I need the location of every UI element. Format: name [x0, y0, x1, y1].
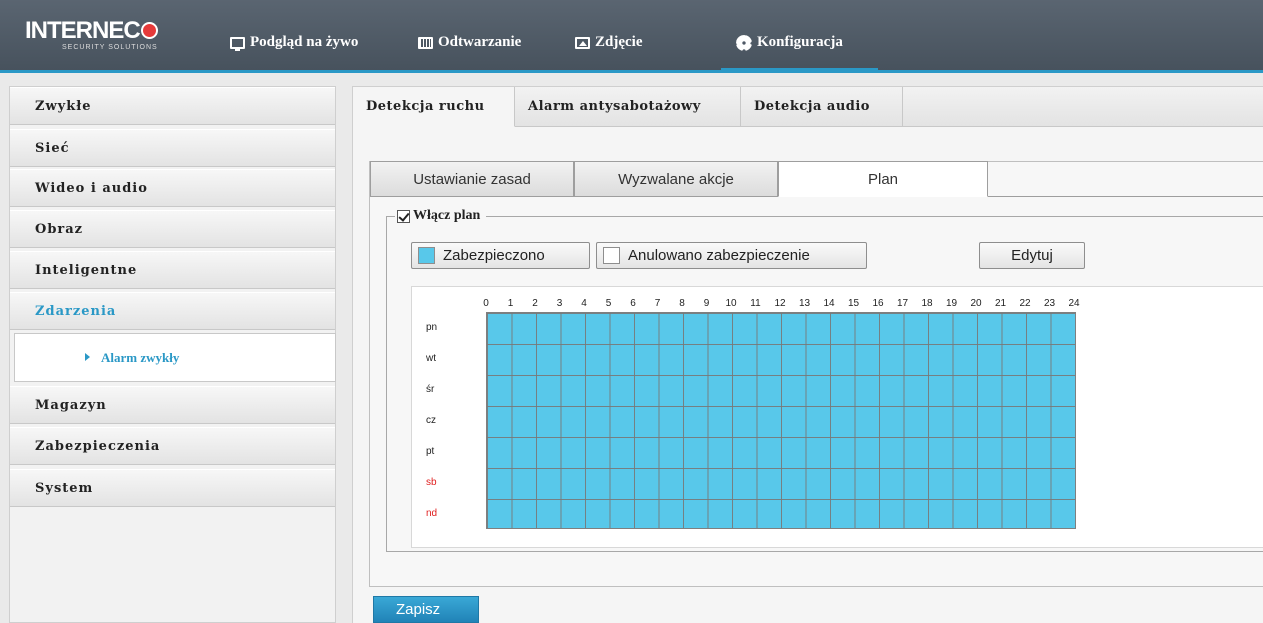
tab-triggered-actions[interactable]: Wyzwalane akcje — [574, 161, 778, 197]
hour-label: 14 — [823, 298, 835, 309]
hour-label: 15 — [847, 298, 860, 309]
hour-label: 12 — [774, 298, 786, 309]
plan-fieldset: Włącz plan Zabezpieczono Anulowano zabez… — [386, 208, 1263, 552]
hour-label: 19 — [945, 298, 958, 309]
hour-label: 4 — [581, 298, 587, 309]
hour-label: 5 — [605, 298, 612, 309]
hour-label: 21 — [994, 298, 1007, 309]
nav-photo[interactable]: Zdjęcie — [575, 34, 642, 51]
tab-bar-filler — [903, 87, 1263, 127]
main-content: Detekcja ruchu Alarm antysabotażowy Dete… — [352, 86, 1263, 623]
sidebar-subitem-common-alarm[interactable]: Alarm zwykły — [14, 333, 336, 382]
enable-plan-label: Włącz plan — [413, 208, 481, 223]
sidebar-item-intelligent[interactable]: Inteligentne — [10, 251, 335, 289]
nav-playback[interactable]: Odtwarzanie — [418, 34, 521, 51]
sidebar-item-security[interactable]: Zabezpieczenia — [10, 427, 335, 465]
tab-plan[interactable]: Plan — [778, 161, 988, 197]
schedule-grid-area: 0 1 2 3 4 5 6 7 8 9 10 11 12 13 14 15 16 17 18 19 20 21 22 23 24… — [411, 286, 1263, 548]
tab-motion-detection[interactable]: Detekcja ruchu — [353, 87, 515, 127]
settings-panel: Ustawianie zasad Wyzwalane akcje Plan Wł… — [369, 161, 1263, 587]
hour-label: 24 — [1068, 298, 1080, 309]
top-navigation-bar: INTERNEC SECURITY SOLUTIONS Podgląd na ż… — [0, 0, 1263, 73]
armed-label: Zabezpieczono — [443, 247, 545, 264]
sidebar: Zwykłe Sieć Wideo i audio Obraz Intelige… — [9, 86, 336, 623]
hour-label: 7 — [654, 298, 661, 309]
hour-label: 3 — [556, 298, 563, 309]
day-label: wt — [426, 353, 436, 364]
sidebar-item-network[interactable]: Sieć — [10, 129, 335, 167]
edit-button[interactable]: Edytuj — [979, 242, 1085, 269]
tab-rule-settings[interactable]: Ustawianie zasad — [370, 161, 574, 197]
nav-active-indicator — [721, 68, 878, 72]
armed-color-swatch — [418, 247, 435, 264]
hour-label: 16 — [872, 298, 884, 309]
hour-label: 2 — [532, 298, 538, 309]
day-label: śr — [426, 384, 435, 395]
nav-live-view[interactable]: Podgląd na żywo — [230, 34, 358, 51]
hour-label: 0 — [483, 298, 489, 309]
hour-label: 13 — [798, 298, 811, 309]
sidebar-item-general[interactable]: Zwykłe — [10, 87, 335, 125]
sidebar-item-events[interactable]: Zdarzenia — [10, 292, 335, 330]
day-label: pn — [426, 322, 438, 333]
picture-icon — [575, 36, 590, 49]
hour-label: 23 — [1043, 298, 1056, 309]
gear-icon — [736, 34, 752, 51]
hour-label: 9 — [703, 298, 710, 309]
hour-label: 17 — [896, 298, 909, 309]
day-label: pt — [426, 446, 435, 457]
nav-live-label: Podgląd na żywo — [250, 34, 359, 50]
armed-brush-button[interactable]: Zabezpieczono — [411, 242, 590, 269]
hour-label: 20 — [970, 298, 982, 309]
tab-audio-detection[interactable]: Detekcja audio — [741, 87, 903, 127]
day-label: cz — [426, 415, 436, 426]
film-icon — [418, 36, 433, 49]
logo-subtitle: SECURITY SOLUTIONS — [62, 44, 158, 51]
nav-playback-label: Odtwarzanie — [438, 34, 522, 50]
sidebar-item-image[interactable]: Obraz — [10, 210, 335, 248]
hour-label: 22 — [1019, 298, 1031, 309]
monitor-icon — [230, 36, 245, 51]
hour-label: 18 — [921, 298, 933, 309]
nav-configuration[interactable]: Konfiguracja — [736, 34, 843, 51]
brand-logo: INTERNEC SECURITY SOLUTIONS — [25, 17, 158, 51]
disarmed-color-swatch — [603, 247, 620, 264]
save-button[interactable]: Zapisz — [373, 596, 479, 623]
day-label: nd — [426, 508, 438, 519]
hour-label: 8 — [679, 298, 685, 309]
hour-label: 6 — [630, 298, 636, 309]
sidebar-item-video-audio[interactable]: Wideo i audio — [10, 169, 335, 207]
sidebar-item-system[interactable]: System — [10, 469, 335, 507]
sidebar-item-storage[interactable]: Magazyn — [10, 386, 335, 424]
disarmed-brush-button[interactable]: Anulowano zabezpieczenie — [596, 242, 867, 269]
hour-label: 10 — [725, 298, 737, 309]
hour-label: 1 — [507, 298, 514, 309]
triangle-right-icon — [85, 353, 90, 361]
sidebar-subitem-label: Alarm zwykły — [101, 350, 180, 365]
nav-photo-label: Zdjęcie — [595, 34, 643, 50]
logo-target-icon — [140, 22, 158, 39]
hour-label: 11 — [750, 298, 761, 309]
disarmed-label: Anulowano zabezpieczenie — [628, 247, 810, 264]
logo-text: INTERNEC — [25, 17, 141, 44]
enable-plan-toggle[interactable]: Włącz plan — [395, 208, 487, 224]
tab-tamper-alarm[interactable]: Alarm antysabotażowy — [515, 87, 741, 127]
day-label: sb — [426, 477, 437, 488]
nav-config-label: Konfiguracja — [757, 34, 843, 50]
schedule-grid[interactable] — [486, 312, 1076, 529]
enable-plan-checkbox[interactable] — [397, 209, 410, 223]
